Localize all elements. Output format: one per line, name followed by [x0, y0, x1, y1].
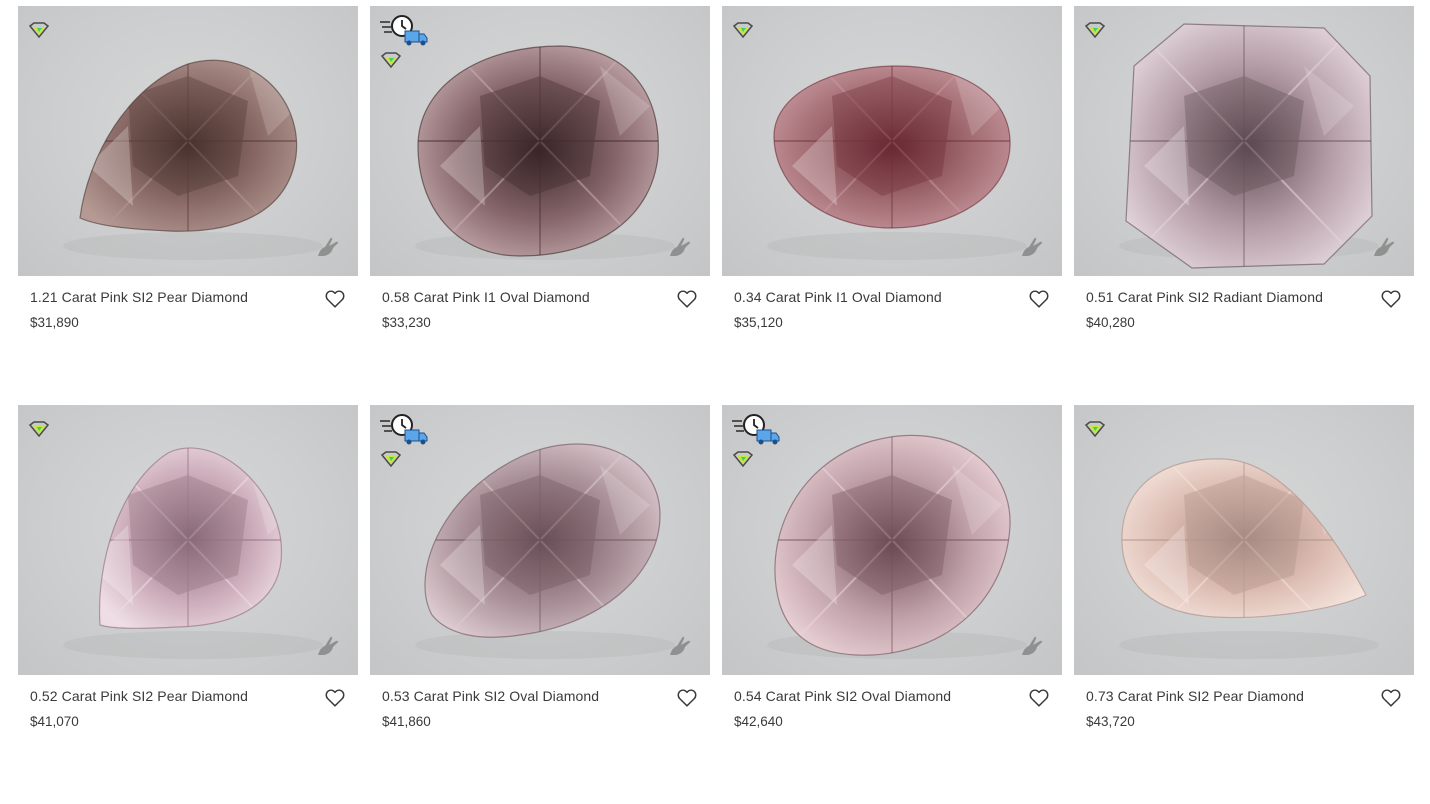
diamond-image[interactable]: [1074, 6, 1414, 276]
diamond-image[interactable]: [18, 6, 358, 276]
product-price: $40,280: [1086, 315, 1135, 330]
heart-icon[interactable]: [676, 687, 698, 709]
product-price: $33,230: [382, 315, 431, 330]
product-info: 0.34 Carat Pink I1 Oval Diamond $35,120: [722, 276, 1062, 332]
product-photo[interactable]: [1074, 405, 1414, 675]
product-card[interactable]: 0.73 Carat Pink SI2 Pear Diamond $43,720: [1074, 405, 1414, 804]
product-title[interactable]: 0.53 Carat Pink SI2 Oval Diamond: [382, 687, 652, 705]
product-photo[interactable]: [370, 6, 710, 276]
heart-icon[interactable]: [324, 288, 346, 310]
product-info: 0.51 Carat Pink SI2 Radiant Diamond $40,2…: [1074, 276, 1414, 332]
heart-icon[interactable]: [1380, 687, 1402, 709]
product-card[interactable]: 0.34 Carat Pink I1 Oval Diamond $35,120: [722, 6, 1062, 405]
product-card[interactable]: 0.58 Carat Pink I1 Oval Diamond $33,230: [370, 6, 710, 405]
diamond-image[interactable]: [1074, 405, 1414, 675]
product-photo[interactable]: [722, 6, 1062, 276]
product-price: $42,640: [734, 714, 783, 729]
product-info: 0.53 Carat Pink SI2 Oval Diamond $41,860: [370, 675, 710, 731]
diamond-badge-icon: [1084, 421, 1106, 437]
product-title[interactable]: 0.52 Carat Pink SI2 Pear Diamond: [30, 687, 300, 705]
diamond-badge-icon: [380, 52, 402, 68]
hand-icon[interactable]: [1372, 236, 1396, 258]
product-card[interactable]: 0.51 Carat Pink SI2 Radiant Diamond $40,2…: [1074, 6, 1414, 405]
hand-icon[interactable]: [1020, 635, 1044, 657]
heart-icon[interactable]: [1028, 288, 1050, 310]
product-title[interactable]: 0.73 Carat Pink SI2 Pear Diamond: [1086, 687, 1356, 705]
hand-icon[interactable]: [668, 635, 692, 657]
heart-icon[interactable]: [1028, 687, 1050, 709]
product-card[interactable]: 1.21 Carat Pink SI2 Pear Diamond $31,890: [18, 6, 358, 405]
hand-icon[interactable]: [1020, 236, 1044, 258]
product-title[interactable]: 0.34 Carat Pink I1 Oval Diamond: [734, 288, 1004, 306]
heart-icon[interactable]: [324, 687, 346, 709]
product-card[interactable]: 0.54 Carat Pink SI2 Oval Diamond $42,640: [722, 405, 1062, 804]
fast-shipping-icon: [380, 15, 428, 46]
product-grid: 1.21 Carat Pink SI2 Pear Diamond $31,890 0…: [18, 6, 1414, 804]
diamond-badge-icon: [28, 421, 50, 437]
product-price: $31,890: [30, 315, 79, 330]
hand-icon[interactable]: [316, 236, 340, 258]
product-title[interactable]: 0.58 Carat Pink I1 Oval Diamond: [382, 288, 652, 306]
product-price: $41,070: [30, 714, 79, 729]
product-title[interactable]: 0.54 Carat Pink SI2 Oval Diamond: [734, 687, 1004, 705]
product-title[interactable]: 0.51 Carat Pink SI2 Radiant Diamond: [1086, 288, 1356, 306]
product-info: 1.21 Carat Pink SI2 Pear Diamond $31,890: [18, 276, 358, 332]
hand-icon[interactable]: [316, 635, 340, 657]
product-price: $41,860: [382, 714, 431, 729]
diamond-badge-icon: [1084, 22, 1106, 38]
product-photo[interactable]: [370, 405, 710, 675]
product-info: 0.58 Carat Pink I1 Oval Diamond $33,230: [370, 276, 710, 332]
hand-icon[interactable]: [668, 236, 692, 258]
product-photo[interactable]: [18, 6, 358, 276]
product-card[interactable]: 0.53 Carat Pink SI2 Oval Diamond $41,860: [370, 405, 710, 804]
product-info: 0.52 Carat Pink SI2 Pear Diamond $41,070: [18, 675, 358, 731]
heart-icon[interactable]: [676, 288, 698, 310]
product-card[interactable]: 0.52 Carat Pink SI2 Pear Diamond $41,070: [18, 405, 358, 804]
fast-shipping-icon: [380, 414, 428, 445]
heart-icon[interactable]: [1380, 288, 1402, 310]
diamond-image[interactable]: [18, 405, 358, 675]
diamond-image[interactable]: [722, 6, 1062, 276]
product-info: 0.54 Carat Pink SI2 Oval Diamond $42,640: [722, 675, 1062, 731]
product-info: 0.73 Carat Pink SI2 Pear Diamond $43,720: [1074, 675, 1414, 731]
product-photo[interactable]: [1074, 6, 1414, 276]
diamond-badge-icon: [28, 22, 50, 38]
fast-shipping-icon: [732, 414, 780, 445]
product-title[interactable]: 1.21 Carat Pink SI2 Pear Diamond: [30, 288, 300, 306]
diamond-badge-icon: [380, 451, 402, 467]
product-price: $43,720: [1086, 714, 1135, 729]
diamond-badge-icon: [732, 451, 754, 467]
product-photo[interactable]: [18, 405, 358, 675]
product-photo[interactable]: [722, 405, 1062, 675]
product-price: $35,120: [734, 315, 783, 330]
diamond-badge-icon: [732, 22, 754, 38]
